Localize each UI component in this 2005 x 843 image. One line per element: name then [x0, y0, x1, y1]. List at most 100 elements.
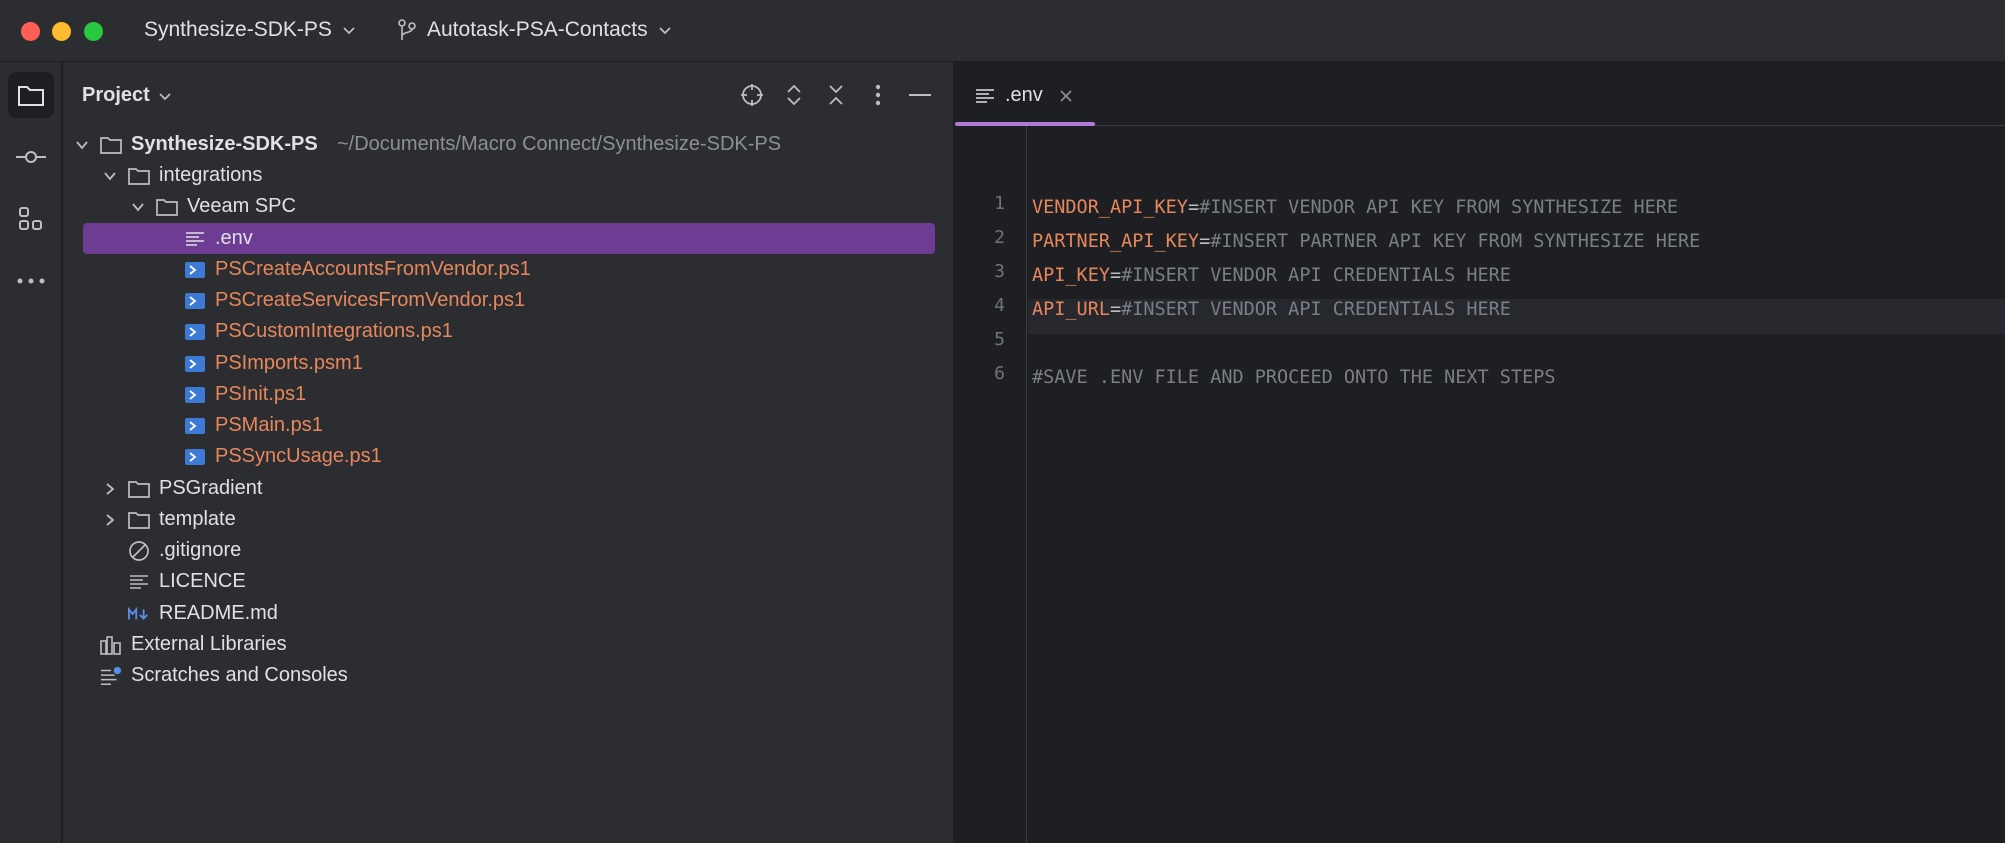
git-branch-icon	[398, 19, 416, 40]
tree-folder-veeam-spc[interactable]: Veeam SPC	[63, 191, 954, 222]
branch-name: Autotask-PSA-Contacts	[427, 18, 648, 41]
tree-file-ps[interactable]: PSSyncUsage.ps1	[63, 441, 954, 472]
env-comment: #SAVE .ENV FILE AND PROCEED ONTO THE NEX…	[1032, 367, 1556, 388]
ignore-file-icon	[128, 540, 150, 562]
env-comment: #INSERT VENDOR API CREDENTIALS HERE	[1121, 299, 1511, 320]
code-line[interactable]: VENDOR_API_KEY=#INSERT VENDOR API KEY FR…	[1032, 191, 1678, 225]
code-line[interactable]: API_KEY=#INSERT VENDOR API CREDENTIALS H…	[1032, 259, 1511, 293]
line-number: 5	[994, 329, 1005, 350]
folder-icon	[156, 196, 178, 218]
powershell-icon	[184, 290, 206, 312]
tree-label: PSCreateAccountsFromVendor.ps1	[215, 258, 531, 280]
tree-folder-template[interactable]: template	[63, 504, 954, 535]
tree-label: README.md	[159, 602, 278, 624]
options-icon[interactable]	[865, 82, 891, 108]
tree-label: .env	[215, 227, 253, 249]
chevron-right-icon	[106, 513, 115, 526]
title-bar: Synthesize-SDK-PS Autotask-PSA-Contacts	[0, 0, 2005, 62]
tree-label: PSSyncUsage.ps1	[215, 445, 382, 467]
tree-file-readme[interactable]: README.md	[63, 598, 954, 629]
chevron-down-icon	[658, 27, 671, 35]
tree-file-env[interactable]: .env	[83, 223, 935, 254]
tree-label: PSMain.ps1	[215, 414, 323, 436]
hide-icon[interactable]	[907, 82, 933, 108]
code-line[interactable]: API_URL=#INSERT VENDOR API CREDENTIALS H…	[1032, 293, 1511, 327]
close-window-button[interactable]	[21, 22, 40, 41]
powershell-icon	[184, 446, 206, 468]
branch-switcher[interactable]: Autotask-PSA-Contacts	[397, 18, 672, 42]
project-view-selector[interactable]: Project	[82, 84, 172, 107]
tree-label: PSCustomIntegrations.ps1	[215, 320, 453, 342]
collapse-all-icon[interactable]	[823, 82, 849, 108]
env-equals: =	[1109, 265, 1122, 286]
tree-file-ps[interactable]: PSMain.ps1	[63, 410, 954, 441]
editor-area: .env 1 2 3 4 5 6 VENDOR_API_KEY=#INSERT …	[955, 62, 2005, 843]
tree-file-gitignore[interactable]: .gitignore	[63, 535, 954, 566]
tree-file-ps[interactable]: PSCreateServicesFromVendor.ps1	[63, 285, 954, 316]
tree-folder-psgradient[interactable]: PSGradient	[63, 473, 954, 504]
project-panel-actions	[739, 82, 933, 108]
tree-root-row[interactable]: Synthesize-SDK-PS ~/Documents/Macro Conn…	[63, 129, 954, 160]
tree-file-licence[interactable]: LICENCE	[63, 566, 954, 597]
more-tools-button[interactable]	[8, 258, 54, 304]
locate-icon[interactable]	[739, 82, 765, 108]
folder-icon	[128, 509, 150, 531]
env-equals: =	[1199, 231, 1211, 252]
chevron-down-icon	[76, 140, 88, 149]
tree-file-ps[interactable]: PSInit.ps1	[63, 379, 954, 410]
tree-label: PSCreateServicesFromVendor.ps1	[215, 289, 526, 311]
project-name: Synthesize-SDK-PS	[144, 18, 332, 41]
scratches-icon	[100, 665, 122, 687]
line-number: 4	[994, 295, 1005, 316]
tree-file-ps[interactable]: PSCreateAccountsFromVendor.ps1	[63, 254, 954, 285]
tree-scratches[interactable]: Scratches and Consoles	[63, 660, 954, 691]
powershell-icon	[184, 415, 206, 437]
library-icon	[100, 634, 122, 656]
expand-all-icon[interactable]	[781, 82, 807, 108]
chevron-right-icon	[106, 482, 115, 495]
line-number: 2	[994, 227, 1005, 248]
structure-icon	[19, 207, 42, 230]
chevron-down-icon	[104, 171, 116, 180]
env-comment: #INSERT VENDOR API KEY FROM SYNTHESIZE H…	[1199, 197, 1679, 218]
text-file-icon	[128, 571, 150, 593]
code-line[interactable]: #SAVE .ENV FILE AND PROCEED ONTO THE NEX…	[1032, 361, 1555, 395]
tree-label: integrations	[159, 164, 263, 186]
chevron-down-icon	[132, 202, 144, 211]
code-line[interactable]: PARTNER_API_KEY=#INSERT PARTNER API KEY …	[1032, 225, 1700, 259]
line-number: 1	[994, 193, 1005, 214]
tree-file-ps[interactable]: PSCustomIntegrations.ps1	[63, 316, 954, 347]
env-key: VENDOR_API_KEY	[1032, 197, 1188, 218]
env-equals: =	[1187, 197, 1200, 218]
chevron-down-icon	[343, 27, 355, 35]
env-comment: #INSERT PARTNER API KEY FROM SYNTHESIZE …	[1210, 231, 1701, 252]
project-panel: Project Synthesize-SDK-PS ~/Documents/Ma…	[63, 62, 954, 843]
powershell-icon	[184, 259, 206, 281]
tree-label: .gitignore	[159, 539, 242, 561]
editor-tab-bar: .env	[955, 62, 2005, 126]
project-tool-button[interactable]	[8, 72, 54, 118]
close-icon[interactable]	[1059, 89, 1073, 103]
structure-tool-button[interactable]	[8, 196, 54, 242]
tool-window-strip	[0, 62, 62, 843]
chevron-down-icon	[159, 92, 171, 100]
project-switcher[interactable]: Synthesize-SDK-PS	[144, 18, 356, 42]
text-file-icon	[976, 88, 994, 103]
commit-icon	[16, 151, 46, 163]
tree-label: Scratches and Consoles	[131, 664, 348, 686]
tree-label: External Libraries	[131, 633, 287, 655]
tree-folder-integrations[interactable]: integrations	[63, 160, 954, 191]
tree-root-path: ~/Documents/Macro Connect/Synthesize-SDK…	[337, 133, 782, 155]
commit-tool-button[interactable]	[8, 134, 54, 180]
line-number: 6	[994, 363, 1005, 384]
tab-env[interactable]: .env	[975, 84, 1073, 107]
zoom-window-button[interactable]	[84, 22, 103, 41]
tree-label: PSGradient	[159, 477, 263, 499]
tree-label: PSImports.psm1	[215, 352, 363, 374]
tree-file-ps[interactable]: PSImports.psm1	[63, 348, 954, 379]
powershell-icon	[184, 321, 206, 343]
minimize-window-button[interactable]	[52, 22, 71, 41]
tree-external-libraries[interactable]: External Libraries	[63, 629, 954, 660]
tree-label: Veeam SPC	[187, 195, 296, 217]
folder-icon	[128, 165, 150, 187]
